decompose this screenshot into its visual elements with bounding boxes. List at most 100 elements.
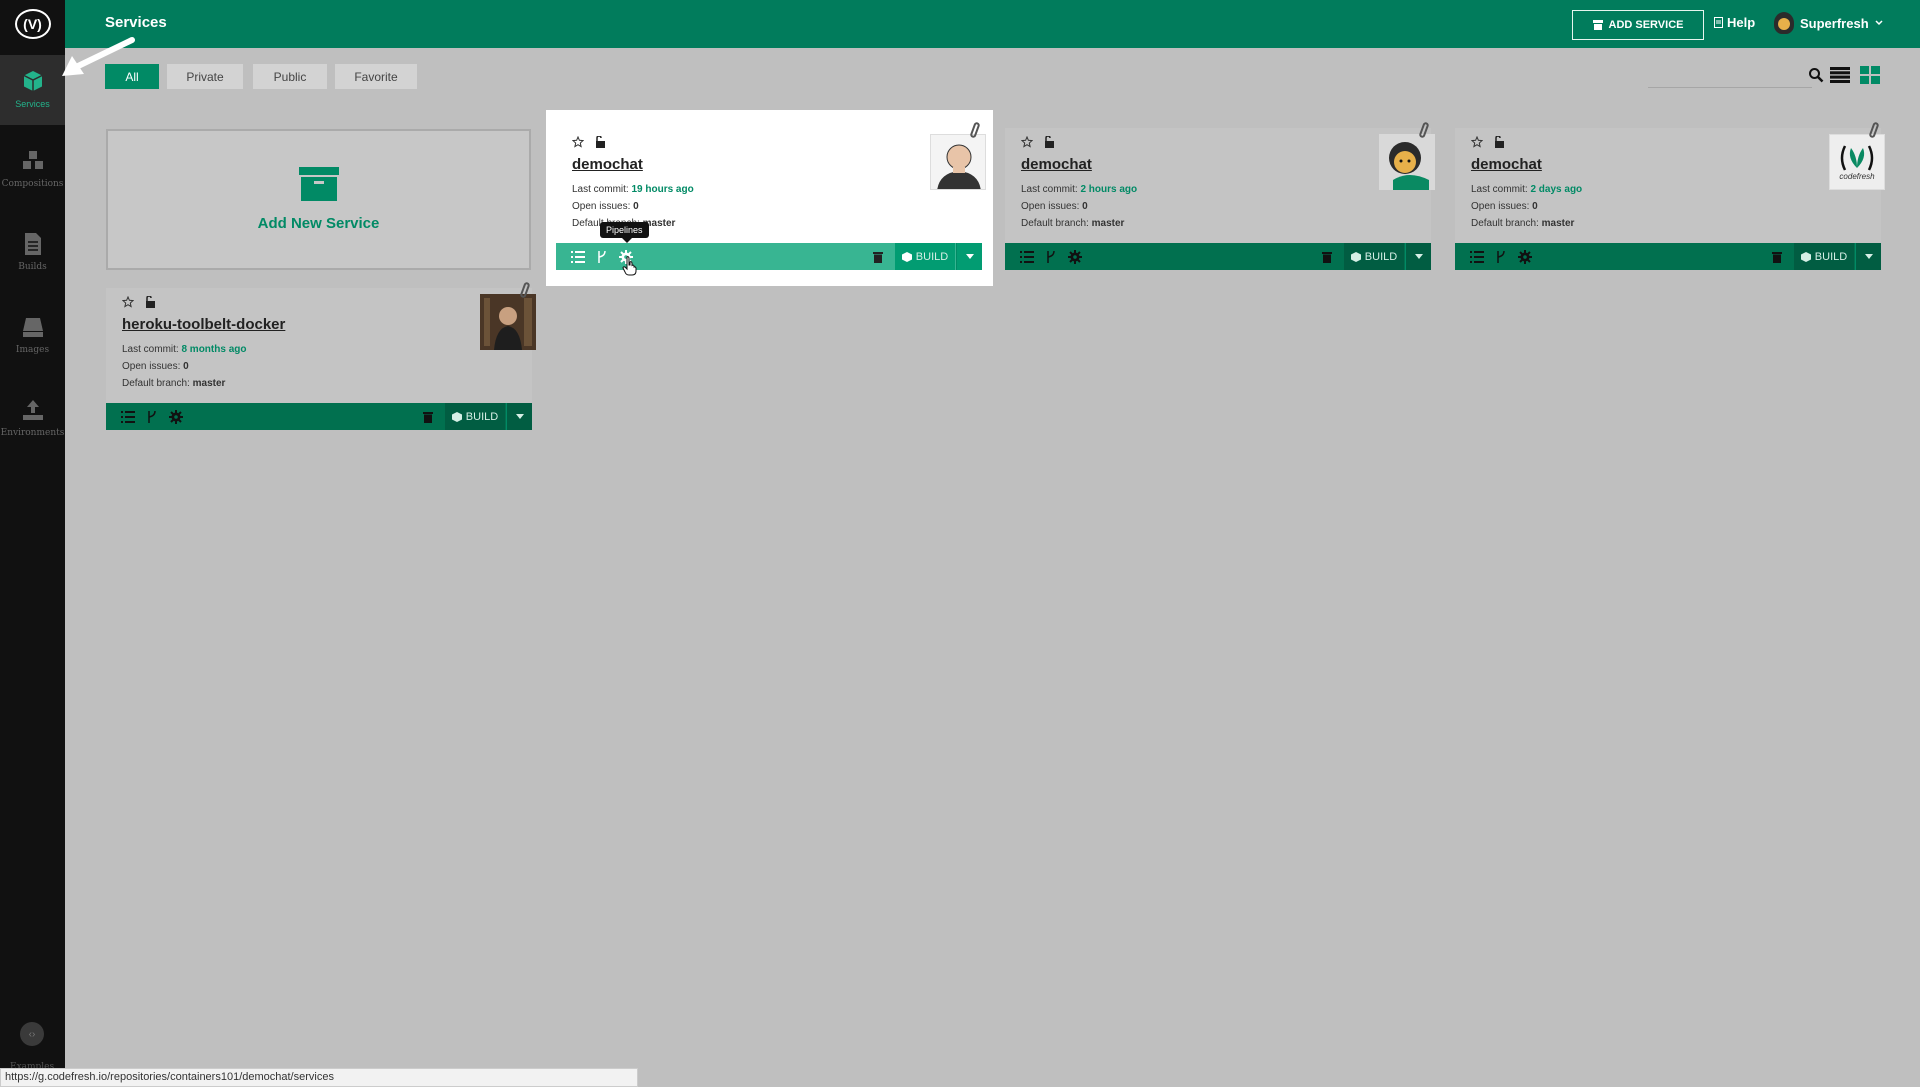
help-label: Help <box>1727 15 1756 30</box>
archive-box-icon <box>298 167 339 201</box>
sidebar-item-builds[interactable]: Builds <box>0 218 65 288</box>
trash-icon[interactable] <box>420 409 436 424</box>
gear-icon[interactable] <box>1517 249 1533 264</box>
build-button[interactable]: BUILD <box>1794 243 1854 270</box>
logo-mark: (V) <box>14 9 51 39</box>
open-issues: Open issues: 0 <box>572 201 639 212</box>
add-new-service-label: Add New Service <box>257 215 380 232</box>
unlock-icon <box>596 136 605 148</box>
gear-icon[interactable] <box>1067 249 1083 264</box>
branch-icon[interactable] <box>144 409 160 424</box>
build-label: BUILD <box>1364 250 1398 263</box>
gear-icon[interactable] <box>168 409 184 424</box>
cube-icon <box>21 69 45 93</box>
branch-icon[interactable] <box>594 249 610 264</box>
build-label: BUILD <box>1814 250 1848 263</box>
sidebar-item-compositions[interactable]: Compositions <box>0 135 65 205</box>
add-new-service-card[interactable]: Add New Service <box>106 129 531 270</box>
sidebar-item-images[interactable]: Images <box>0 301 65 371</box>
sidebar: (V) Services Compositions Builds Images … <box>0 0 65 1087</box>
build-options-caret[interactable] <box>956 243 982 270</box>
star-icon[interactable] <box>572 136 584 148</box>
build-options-caret[interactable] <box>1405 243 1431 270</box>
trash-icon[interactable] <box>870 249 886 264</box>
open-issues: Open issues: 0 <box>122 361 189 372</box>
tab-public[interactable]: Public <box>253 64 327 89</box>
sidebar-item-label: Environments <box>0 428 65 438</box>
build-button[interactable]: BUILD <box>1344 243 1404 270</box>
last-commit: Last commit: 8 months ago <box>122 344 247 355</box>
cube-icon <box>1350 251 1361 262</box>
add-service-button[interactable]: ADD SERVICE <box>1572 10 1704 40</box>
star-icon[interactable] <box>1021 136 1033 148</box>
drive-icon <box>21 315 45 339</box>
codefresh-logo-avatar: codefresh <box>1829 134 1885 190</box>
sidebar-item-services[interactable]: Services <box>0 55 65 125</box>
cube-icon <box>901 251 912 262</box>
card-footer: BUILD <box>1005 243 1431 270</box>
tab-all[interactable]: All <box>105 64 159 89</box>
examples-icon[interactable]: ‹› <box>20 1022 44 1046</box>
sidebar-item-environments[interactable]: Environments <box>0 384 65 454</box>
card-footer: BUILD <box>106 403 532 430</box>
branch-icon[interactable] <box>1493 249 1509 264</box>
user-avatar <box>1774 12 1794 34</box>
sidebar-item-label: Builds <box>18 262 47 272</box>
build-button[interactable]: BUILD <box>445 403 505 430</box>
last-commit: Last commit: 2 hours ago <box>1021 184 1138 195</box>
star-icon[interactable] <box>1471 136 1483 148</box>
document-icon <box>21 232 45 256</box>
box-icon <box>1592 20 1603 30</box>
trash-icon[interactable] <box>1319 249 1335 264</box>
status-url-bar: https://g.codefresh.io/repositories/cont… <box>0 1068 638 1087</box>
unlock-icon <box>1495 136 1504 148</box>
avatar <box>480 294 536 350</box>
service-card: demochat Last commit: 19 hours ago Open … <box>556 121 986 270</box>
service-name-link[interactable]: demochat <box>1471 156 1542 173</box>
user-menu[interactable]: Superfresh <box>1774 12 1883 34</box>
sidebar-item-label: Compositions <box>1 179 64 189</box>
branch-icon[interactable] <box>1043 249 1059 264</box>
service-card: demochat Last commit: 2 days ago Open is… <box>1455 121 1885 270</box>
unlock-icon <box>146 296 155 308</box>
service-card: heroku-toolbelt-docker Last commit: 8 mo… <box>106 281 536 430</box>
list-view-icon[interactable] <box>1830 66 1850 84</box>
page-title: Services <box>105 14 167 31</box>
card-footer: BUILD <box>556 243 982 270</box>
service-name-link[interactable]: heroku-toolbelt-docker <box>122 316 285 333</box>
service-name-link[interactable]: demochat <box>1021 156 1092 173</box>
open-issues: Open issues: 0 <box>1021 201 1088 212</box>
default-branch: Default branch: master <box>1471 218 1575 229</box>
help-link[interactable]: Help <box>1714 15 1755 30</box>
pipelines-tooltip: Pipelines <box>600 222 649 243</box>
tab-favorite[interactable]: Favorite <box>335 64 417 89</box>
codefresh-logo[interactable]: (V) <box>0 0 65 48</box>
last-commit: Last commit: 2 days ago <box>1471 184 1583 195</box>
list-icon[interactable] <box>1469 249 1485 264</box>
upload-icon <box>21 398 45 422</box>
build-button[interactable]: BUILD <box>895 243 955 270</box>
list-icon[interactable] <box>570 249 586 264</box>
search-field-underline[interactable] <box>1648 87 1812 88</box>
tab-private[interactable]: Private <box>167 64 243 89</box>
build-label: BUILD <box>915 250 949 263</box>
cubes-icon <box>21 149 45 173</box>
last-commit: Last commit: 19 hours ago <box>572 184 694 195</box>
cube-icon <box>451 411 462 422</box>
search-icon[interactable] <box>1806 66 1826 84</box>
default-branch: Default branch: master <box>1021 218 1125 229</box>
star-icon[interactable] <box>122 296 134 308</box>
build-options-caret[interactable] <box>506 403 532 430</box>
list-icon[interactable] <box>1019 249 1035 264</box>
default-branch: Default branch: master <box>122 378 226 389</box>
avatar <box>1379 134 1435 190</box>
add-service-label: ADD SERVICE <box>1608 19 1684 31</box>
sidebar-item-label: Services <box>15 99 50 109</box>
top-bar: Services ADD SERVICE Help Superfresh <box>0 0 1920 48</box>
build-options-caret[interactable] <box>1855 243 1881 270</box>
service-name-link[interactable]: demochat <box>572 156 643 173</box>
grid-view-icon[interactable] <box>1860 66 1880 84</box>
trash-icon[interactable] <box>1769 249 1785 264</box>
sidebar-item-label: Images <box>15 345 50 355</box>
list-icon[interactable] <box>120 409 136 424</box>
